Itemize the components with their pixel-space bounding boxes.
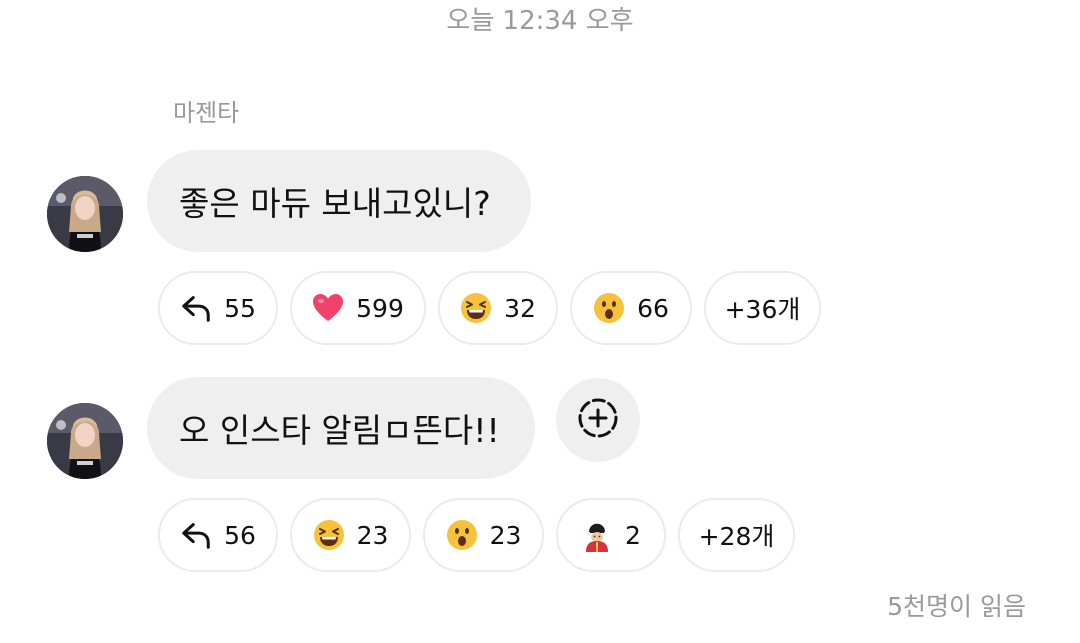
reaction-count: 66 [637, 293, 669, 323]
reply-count-chip[interactable]: 56 [158, 498, 278, 572]
reaction-count: 599 [356, 293, 404, 323]
guard-emoji-icon [581, 519, 613, 552]
more-reactions-label: +28개 [698, 522, 775, 551]
reaction-chip[interactable]: 2 [556, 498, 666, 572]
more-reactions-label: +36개 [724, 295, 801, 324]
reaction-count: 23 [356, 520, 389, 550]
reaction-count: 2 [625, 520, 641, 550]
reaction-count: 32 [504, 293, 536, 323]
reaction-chip[interactable]: 23 [290, 498, 411, 572]
reaction-chip[interactable]: 599 [290, 271, 426, 345]
surprised-emoji-icon [446, 519, 478, 551]
message-text: 좋은 마듀 보내고있니? [179, 184, 491, 223]
reaction-chip[interactable]: 32 [438, 271, 558, 345]
add-reaction-button[interactable] [556, 378, 640, 462]
laughing-emoji-icon [313, 519, 345, 551]
reply-count-chip[interactable]: 55 [158, 271, 278, 345]
reaction-bar: 55 599 32 66 +36개 [158, 271, 821, 345]
laughing-emoji-icon [460, 292, 492, 324]
more-reactions-chip[interactable]: +36개 [704, 271, 821, 345]
message-bubble[interactable]: 좋은 마듀 보내고있니? [147, 150, 531, 252]
reply-icon [180, 292, 212, 324]
reaction-chip[interactable]: 23 [423, 498, 544, 572]
reaction-chip[interactable]: 66 [570, 271, 692, 345]
read-receipt: 5천명이 읽음 [887, 592, 1026, 621]
reply-icon [180, 519, 212, 551]
reaction-count: 23 [489, 520, 522, 550]
sender-name: 마젠타 [173, 99, 240, 127]
reply-count: 56 [224, 520, 256, 550]
message-timestamp: 오늘 12:34 오후 [446, 6, 634, 36]
message-text: 오 인스타 알림ㅁ뜬다!! [179, 411, 500, 450]
surprised-emoji-icon [593, 292, 625, 324]
reaction-bar: 56 23 23 2 +28개 [158, 498, 795, 572]
sender-avatar[interactable] [47, 176, 123, 252]
sender-avatar[interactable] [47, 403, 123, 479]
message-bubble[interactable]: 오 인스타 알림ㅁ뜬다!! [147, 377, 535, 479]
reply-count: 55 [224, 293, 256, 323]
add-reaction-icon [576, 396, 620, 444]
heart-emoji-icon [312, 292, 344, 324]
more-reactions-chip[interactable]: +28개 [678, 498, 795, 572]
